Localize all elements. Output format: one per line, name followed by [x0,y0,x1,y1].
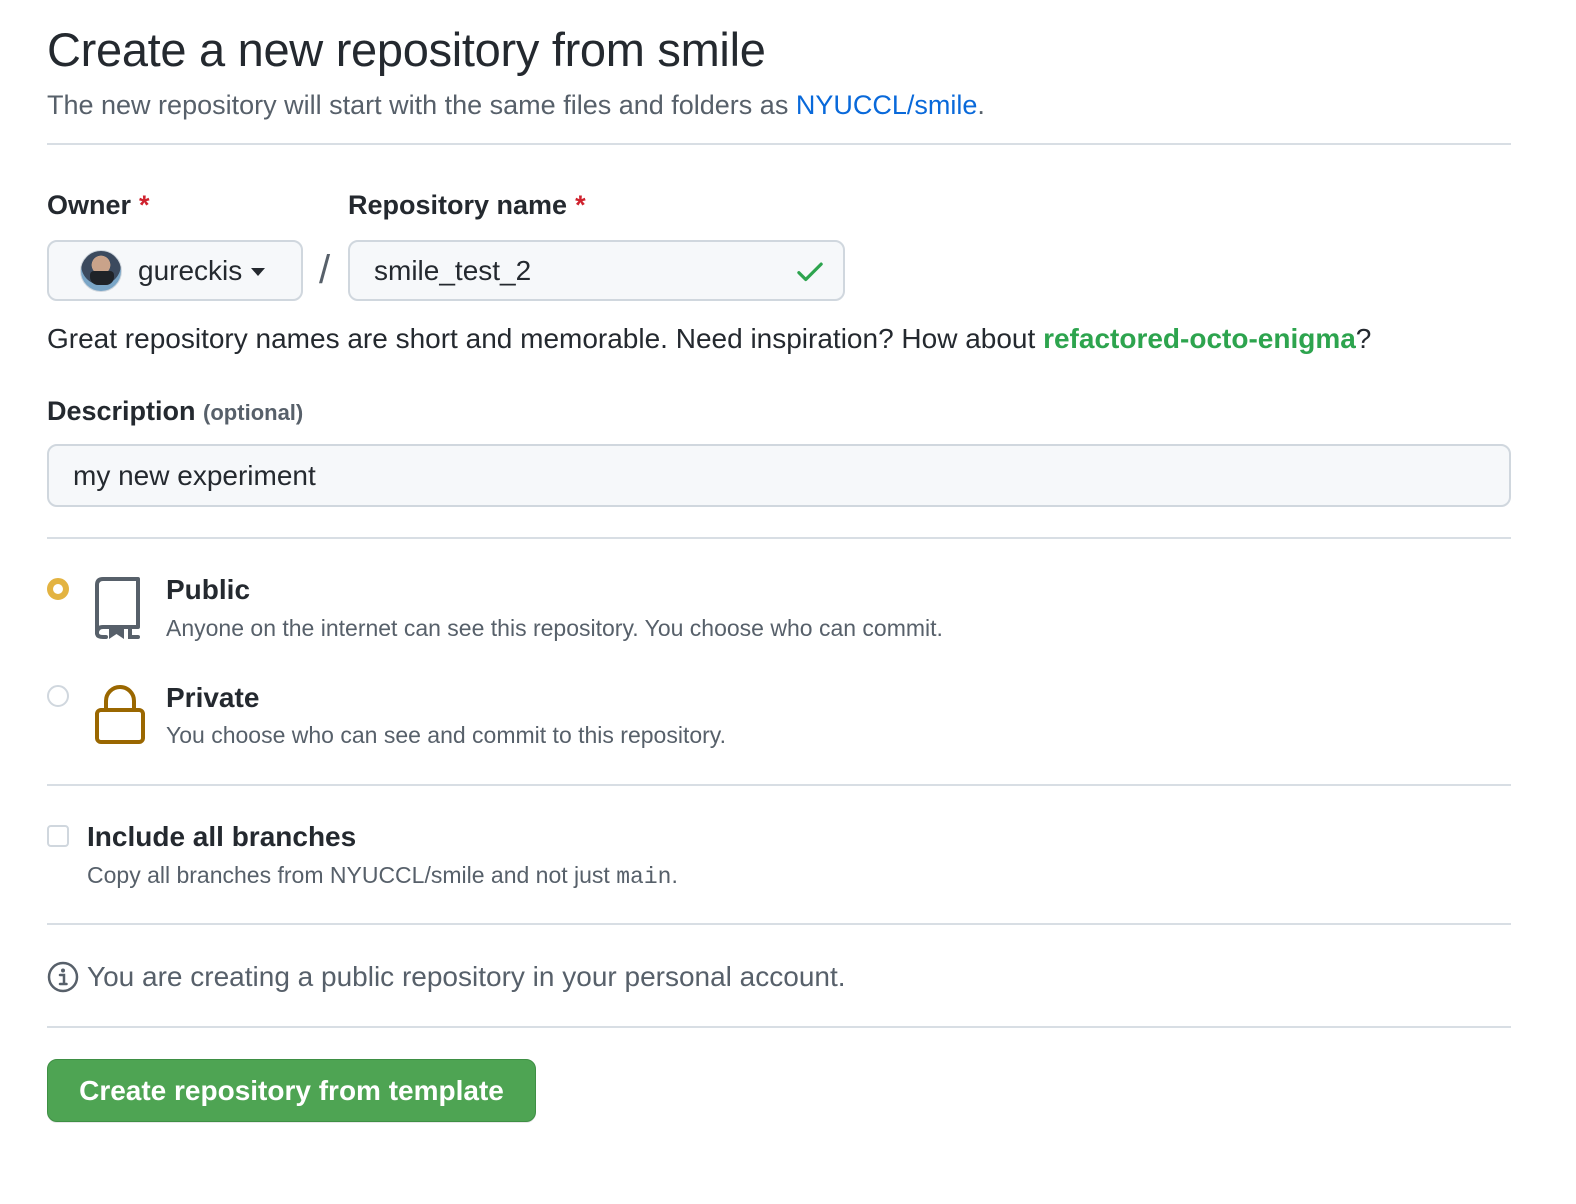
default-branch-name: main [616,864,672,890]
hint-text: Great repository names are short and mem… [47,323,1044,354]
subtitle-period: . [977,90,985,120]
create-repository-button[interactable]: Create repository from template [47,1059,536,1122]
private-title: Private [166,682,260,713]
owner-label-text: Owner [47,190,132,220]
owner-dropdown[interactable]: gureckis [47,240,303,301]
owner-name: gureckis [138,254,243,286]
repo-name-input[interactable] [348,240,845,301]
avatar [80,249,122,292]
optional-note: (optional) [203,400,304,425]
check-icon [797,262,823,282]
public-radio[interactable] [47,578,69,600]
chevron-down-icon [251,268,266,276]
required-mark: * [575,190,586,220]
template-repo-link[interactable]: NYUCCL/smile [796,90,978,120]
repo-name-hint: Great repository names are short and mem… [47,323,1371,355]
divider [47,923,1511,925]
public-title: Public [166,574,251,605]
visibility-info: You are creating a public repository in … [47,961,846,993]
branches-desc-period: . [671,862,678,888]
lock-icon [95,685,145,744]
page-subtitle: The new repository will start with the s… [47,90,985,121]
owner-label: Owner * [47,190,150,221]
owner-repo-separator: / [319,248,331,292]
info-icon [47,961,79,993]
divider [47,537,1511,539]
hint-question-mark: ? [1355,323,1372,354]
include-branches-description: Copy all branches from NYUCCL/smile and … [87,862,678,890]
private-radio[interactable] [47,685,69,707]
divider [47,1026,1511,1028]
include-branches-checkbox[interactable] [47,825,69,847]
divider [47,143,1511,145]
description-input[interactable] [47,444,1511,507]
divider [47,784,1511,786]
include-branches-title: Include all branches [87,821,357,852]
repo-name-label-text: Repository name [348,190,568,220]
subtitle-text: The new repository will start with the s… [47,90,796,120]
public-description: Anyone on the internet can see this repo… [166,615,943,641]
info-text: You are creating a public repository in … [87,961,846,992]
description-label-text: Description [47,396,196,426]
branches-desc-text: Copy all branches from NYUCCL/smile and … [87,862,617,888]
description-label: Description (optional) [47,396,303,427]
repo-name-label: Repository name * [348,190,586,221]
required-mark: * [139,190,150,220]
name-suggestion-link[interactable]: refactored-octo-enigma [1043,323,1356,354]
page-title: Create a new repository from smile [47,23,766,76]
repo-icon [95,577,140,639]
private-description: You choose who can see and commit to thi… [166,722,726,748]
